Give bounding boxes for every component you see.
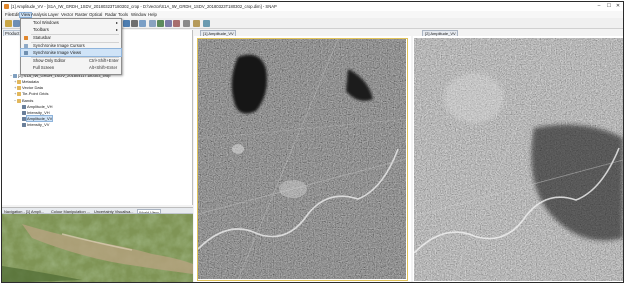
sar-image-1-raster — [198, 39, 407, 280]
menu-item-label: Tool Windows — [33, 20, 59, 25]
folder-icon — [17, 98, 21, 103]
tree-item-band[interactable]: Intensity_VH — [22, 110, 50, 116]
pan-tool-icon[interactable] — [131, 20, 138, 27]
tree-item-band[interactable]: Amplitude_VH — [22, 104, 53, 110]
tree-item-folder[interactable]: + Metadata — [14, 79, 39, 85]
menu-item-shortcut: Ctrl+Shift+Enter — [89, 58, 119, 63]
close-button[interactable]: ✕ — [614, 3, 622, 10]
draw-line-icon[interactable] — [157, 20, 164, 27]
open-product-icon[interactable] — [5, 20, 12, 27]
maximize-button[interactable]: ☐ — [605, 3, 613, 10]
zoom-tool-icon[interactable] — [123, 20, 130, 27]
menu-item-statusbar[interactable]: Statusbar — [21, 34, 121, 41]
menu-bar: File Edit View Analysis Layer Vector Ras… — [2, 11, 623, 18]
tree-item-label: Vector Data — [22, 85, 43, 91]
image-view-1[interactable] — [194, 36, 411, 282]
folder-icon — [17, 79, 21, 84]
submenu-arrow-icon: ▸ — [115, 27, 118, 32]
menu-item-label: Synchronise Image Views — [33, 50, 82, 55]
menu-item-toolbars[interactable]: Toolbars ▸ — [21, 26, 121, 33]
checked-icon — [24, 35, 28, 40]
band-icon — [22, 117, 26, 122]
view-menu-dropdown: Tool Windows ▸ Toolbars ▸ Statusbar Sync… — [20, 18, 122, 75]
image-view-2[interactable] — [413, 36, 623, 282]
tree-item-label: Bands — [22, 97, 34, 103]
menu-item-full-screen[interactable]: Full Screen Alt+Shift+Enter — [21, 64, 121, 71]
menu-item-label: Statusbar — [33, 35, 51, 40]
tree-item-band[interactable]: Intensity_VV — [22, 122, 49, 128]
menu-item-label: Show Only Editor — [33, 58, 66, 63]
window-title: [1] Amplitude_VV - [S1A_IW_GRDH_1SDV_201… — [11, 4, 277, 9]
sync-icon[interactable] — [203, 20, 210, 27]
snap-window: [1] Amplitude_VV - [S1A_IW_GRDH_1SDV_201… — [1, 1, 624, 283]
sar-image-1[interactable] — [197, 38, 408, 281]
sar-image-2-raster — [414, 38, 623, 281]
tree-item-label: Metadata — [22, 79, 39, 84]
snap-app-icon — [4, 4, 9, 9]
menu-item-label: Full Screen — [33, 65, 55, 70]
menu-item-shortcut: Alt+Shift+Enter — [89, 65, 118, 70]
bottom-tool-tabs: Navigation - [1] Ampli... Colour Manipul… — [2, 207, 193, 214]
menu-item-label: Toolbars — [33, 27, 49, 32]
product-icon — [13, 73, 17, 78]
sync-cursor-icon — [24, 43, 28, 48]
folder-icon — [17, 92, 21, 97]
pixel-info-icon[interactable] — [139, 20, 146, 27]
magic-wand-icon[interactable] — [193, 20, 200, 27]
folder-icon — [17, 86, 21, 91]
sync-views-icon — [24, 50, 28, 55]
menu-item-label: Synchronise Image Cursors — [33, 43, 85, 48]
tree-item-folder[interactable]: + Vector Data — [14, 85, 43, 91]
sar-image-2[interactable] — [414, 38, 623, 281]
band-icon — [22, 123, 26, 128]
tree-item-label: Amplitude_VV — [25, 115, 54, 123]
tree-item-folder[interactable]: + Tie-Point Grids — [14, 91, 49, 97]
menu-item-tool-windows[interactable]: Tool Windows ▸ — [21, 19, 121, 26]
menu-item-show-only-editor[interactable]: Show Only Editor Ctrl+Shift+Enter — [21, 57, 121, 64]
range-finder-icon[interactable] — [183, 20, 190, 27]
tree-item-folder[interactable]: − Bands — [14, 98, 33, 104]
save-product-icon[interactable] — [13, 20, 20, 27]
submenu-arrow-icon: ▸ — [115, 20, 118, 25]
tree-item-label: Tie-Point Grids — [22, 91, 49, 97]
tree-item-label: Amplitude_VH — [27, 103, 53, 109]
world-view-terrain-image — [2, 214, 193, 282]
tree-item-label: Intensity_VV — [27, 122, 50, 128]
menu-item-sync-cursors[interactable]: Synchronise Image Cursors — [21, 42, 121, 49]
band-icon — [22, 104, 26, 109]
draw-polygon-icon[interactable] — [165, 20, 172, 27]
draw-rectangle-icon[interactable] — [173, 20, 180, 27]
tree-item-band[interactable]: Amplitude_VV — [22, 115, 54, 123]
select-tool-icon[interactable] — [149, 20, 156, 27]
band-icon — [22, 110, 26, 115]
world-view-map[interactable] — [2, 214, 193, 282]
title-bar: [1] Amplitude_VV - [S1A_IW_GRDH_1SDV_201… — [2, 2, 623, 11]
tree-item-label: Intensity_VH — [27, 110, 50, 115]
menu-item-sync-views[interactable]: Synchronise Image Views — [20, 48, 122, 57]
minimize-button[interactable]: – — [595, 3, 603, 10]
